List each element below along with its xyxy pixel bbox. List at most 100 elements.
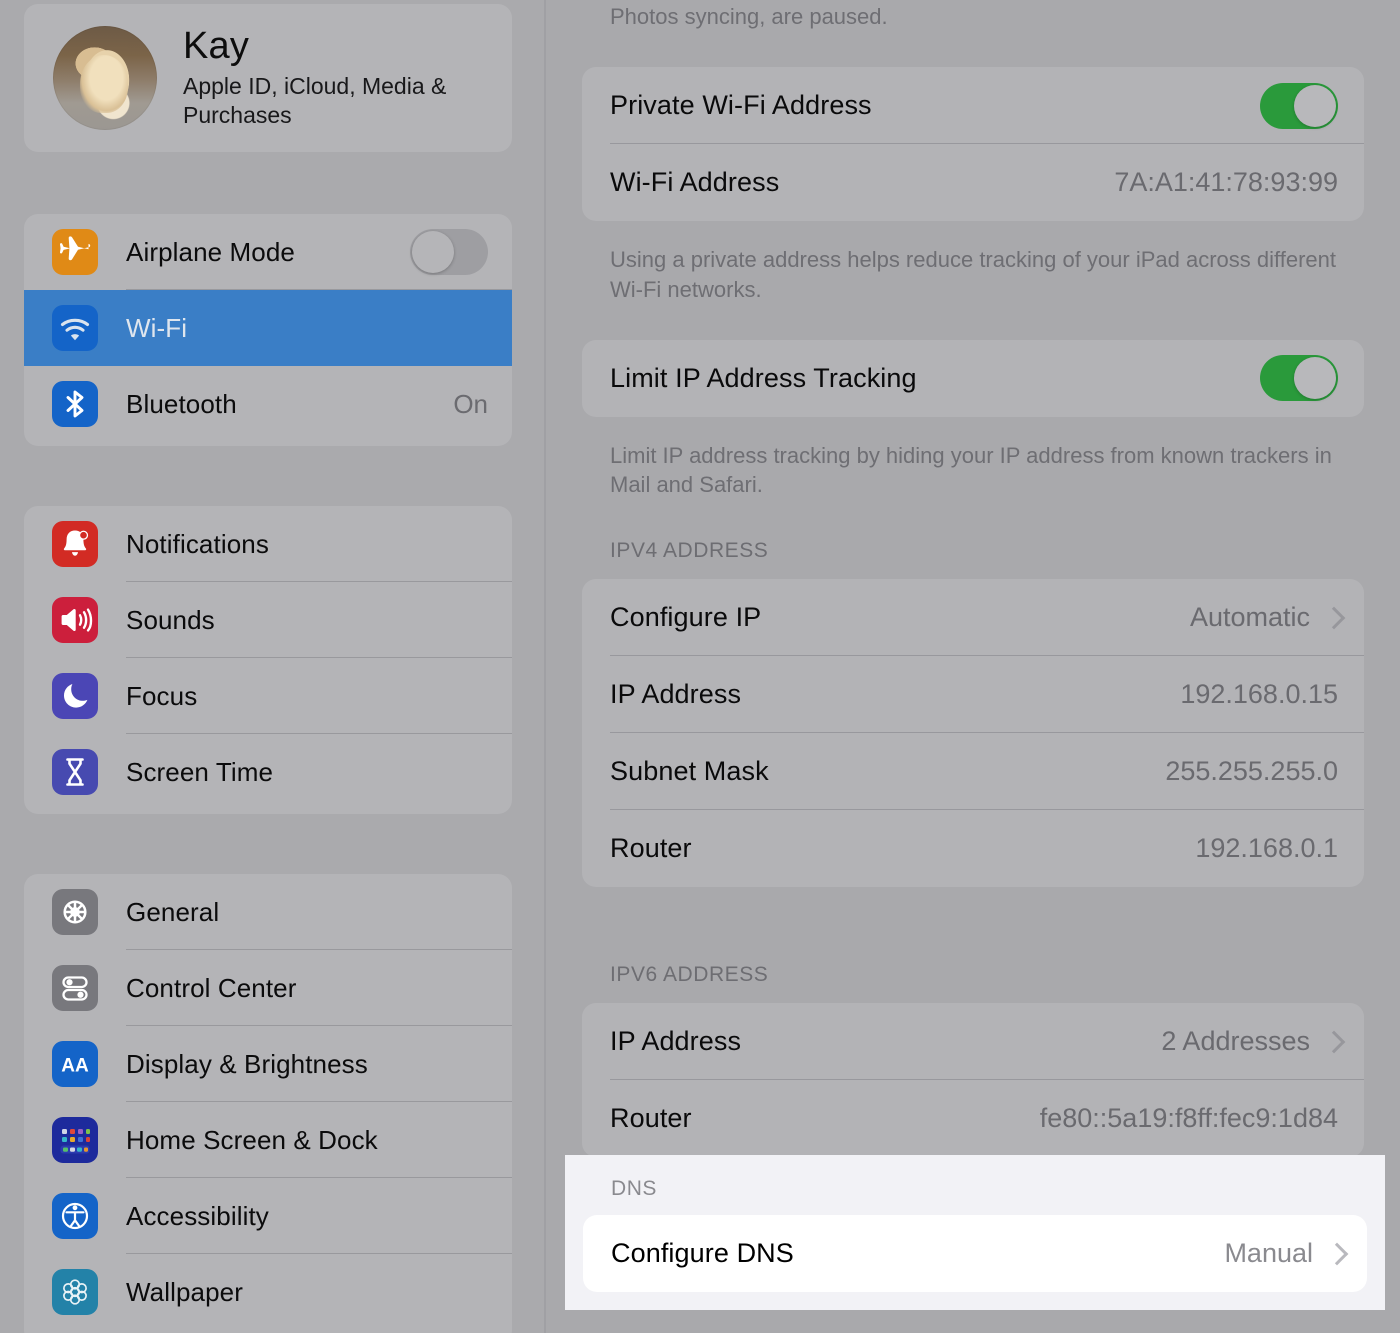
aa-text-icon: AA (52, 1041, 98, 1087)
configure-dns-row[interactable]: Configure DNS Manual (583, 1215, 1367, 1292)
sidebar-item-label: Bluetooth (126, 388, 237, 419)
sidebar-item-sounds[interactable]: Sounds (24, 582, 512, 658)
settings-app-window: Kay Apple ID, iCloud, Media & Purchases … (0, 0, 1400, 1333)
home-screen-icon (52, 1117, 98, 1163)
accessibility-icon (52, 1193, 98, 1239)
profile-text-block: Kay Apple ID, iCloud, Media & Purchases (183, 24, 463, 131)
chevron-right-icon (1329, 1243, 1341, 1264)
sidebar-group-general: General Control Center AA Display & Brig… (24, 874, 512, 1333)
ipv6-section-header: IPV6 ADDRESS (610, 963, 769, 987)
ipv4-router-row: Router 192.168.0.1 (582, 810, 1364, 887)
top-note-clipped: Photos syncing, are paused. (610, 4, 888, 29)
bell-icon (52, 521, 98, 567)
sidebar-item-label: General (126, 896, 220, 927)
ipv4-router-label: Router (610, 833, 692, 864)
hourglass-icon (52, 749, 98, 795)
sidebar-item-display-brightness[interactable]: AA Display & Brightness (24, 1026, 512, 1102)
ipv6-card: IP Address 2 Addresses Router fe80::5a19… (582, 1003, 1364, 1158)
sidebar-item-label: Wi-Fi (126, 312, 188, 343)
bluetooth-status-value: On (453, 388, 488, 419)
dns-section-header: DNS (611, 1177, 657, 1200)
sidebar-item-home-screen-dock[interactable]: Home Screen & Dock (24, 1102, 512, 1178)
ipv4-card: Configure IP Automatic IP Address 192.16… (582, 579, 1364, 888)
private-wifi-card: Private Wi-Fi Address Wi-Fi Address 7A:A… (582, 67, 1364, 222)
ipv4-section-header: IPV4 ADDRESS (610, 539, 769, 563)
sidebar-group-notifications: Notifications Sounds Focus Screen Time (24, 506, 512, 814)
sidebar-group-connectivity: Airplane Mode Wi-Fi Bluetooth On (24, 214, 512, 446)
configure-dns-value: Manual (1224, 1238, 1313, 1268)
sidebar-item-wifi[interactable]: Wi-Fi (24, 290, 512, 366)
gear-icon (52, 889, 98, 935)
configure-ip-label: Configure IP (610, 602, 762, 633)
sidebar-item-label: Control Center (126, 972, 297, 1003)
ipv6-router-label: Router (610, 1103, 692, 1134)
ipv4-router-value: 192.168.0.1 (1195, 833, 1338, 864)
sidebar-item-bluetooth[interactable]: Bluetooth On (24, 366, 512, 442)
bluetooth-icon (52, 381, 98, 427)
chevron-right-icon (1326, 1031, 1338, 1052)
configure-dns-label: Configure DNS (611, 1238, 794, 1268)
sidebar-item-focus[interactable]: Focus (24, 658, 512, 734)
sidebar-item-accessibility[interactable]: Accessibility (24, 1178, 512, 1254)
wifi-address-row: Wi-Fi Address 7A:A1:41:78:93:99 (582, 144, 1364, 221)
sidebar-item-control-center[interactable]: Control Center (24, 950, 512, 1026)
svg-text:AA: AA (61, 1056, 89, 1077)
sidebar-item-notifications[interactable]: Notifications (24, 506, 512, 582)
ipv6-router-value: fe80::5a19:f8ff:fec9:1d84 (1039, 1103, 1338, 1134)
airplane-icon (52, 229, 98, 275)
subnet-mask-value: 255.255.255.0 (1165, 756, 1338, 787)
sidebar-item-screen-time[interactable]: Screen Time (24, 734, 512, 810)
toggle-knob (1294, 84, 1336, 127)
sidebar-item-wallpaper[interactable]: Wallpaper (24, 1254, 512, 1330)
moon-icon (52, 673, 98, 719)
sidebar-item-general[interactable]: General (24, 874, 512, 950)
sidebar-item-airplane-mode[interactable]: Airplane Mode (24, 214, 512, 290)
wifi-detail-panel: Photos syncing, are paused. Private Wi-F… (546, 0, 1400, 1333)
sidebar-item-label: Notifications (126, 528, 269, 559)
dns-card: Configure DNS Manual (583, 1215, 1367, 1292)
speaker-icon (52, 597, 98, 643)
limit-ip-tracking-row[interactable]: Limit IP Address Tracking (582, 340, 1364, 417)
dns-section-spotlight: DNS Configure DNS Manual (565, 1155, 1385, 1310)
chevron-right-icon (1326, 607, 1338, 628)
airplane-mode-toggle[interactable] (410, 229, 488, 275)
private-wifi-address-row[interactable]: Private Wi-Fi Address (582, 67, 1364, 145)
configure-ip-value: Automatic (1189, 602, 1310, 633)
sidebar-item-label: Focus (126, 680, 198, 711)
configure-ip-row[interactable]: Configure IP Automatic (582, 579, 1364, 657)
subnet-mask-row: Subnet Mask 255.255.255.0 (582, 733, 1364, 811)
ipv6-ip-address-row[interactable]: IP Address 2 Addresses (582, 1003, 1364, 1081)
avatar (53, 26, 157, 130)
ipv4-ip-address-value: 192.168.0.15 (1180, 679, 1338, 710)
ipv4-ip-address-row: IP Address 192.168.0.15 (582, 656, 1364, 734)
ipv6-router-row: Router fe80::5a19:f8ff:fec9:1d84 (582, 1080, 1364, 1157)
ipv6-ip-address-value: 2 Addresses (1161, 1026, 1310, 1057)
settings-sidebar: Kay Apple ID, iCloud, Media & Purchases … (0, 0, 545, 1333)
toggle-knob (412, 231, 454, 273)
limit-ip-tracking-card: Limit IP Address Tracking (582, 339, 1364, 417)
wifi-address-label: Wi-Fi Address (610, 167, 780, 198)
profile-subtitle: Apple ID, iCloud, Media & Purchases (183, 72, 447, 129)
private-wifi-address-toggle[interactable] (1260, 82, 1338, 129)
sidebar-item-label: Screen Time (126, 756, 274, 787)
limit-ip-tracking-label: Limit IP Address Tracking (610, 362, 917, 393)
wallpaper-flower-icon (52, 1269, 98, 1315)
wifi-address-value: 7A:A1:41:78:93:99 (1114, 167, 1338, 198)
sidebar-item-label: Airplane Mode (126, 236, 295, 267)
profile-name: Kay (183, 24, 250, 67)
private-wifi-footer-note: Using a private address helps reduce tra… (610, 247, 1336, 302)
sidebar-item-label: Home Screen & Dock (126, 1124, 378, 1155)
wifi-icon (52, 305, 98, 351)
sidebar-item-label: Display & Brightness (126, 1048, 368, 1079)
subnet-mask-label: Subnet Mask (610, 756, 769, 787)
private-wifi-address-label: Private Wi-Fi Address (610, 90, 872, 121)
sidebar-item-label: Wallpaper (126, 1276, 243, 1307)
sliders-icon (52, 965, 98, 1011)
limit-ip-tracking-toggle[interactable] (1260, 355, 1338, 402)
apple-id-profile-row[interactable]: Kay Apple ID, iCloud, Media & Purchases (24, 4, 512, 152)
ipv6-ip-address-label: IP Address (610, 1026, 742, 1057)
ipv4-ip-address-label: IP Address (610, 679, 742, 710)
sidebar-item-label: Accessibility (126, 1200, 269, 1231)
toggle-knob (1294, 357, 1336, 400)
sidebar-item-label: Sounds (126, 604, 215, 635)
